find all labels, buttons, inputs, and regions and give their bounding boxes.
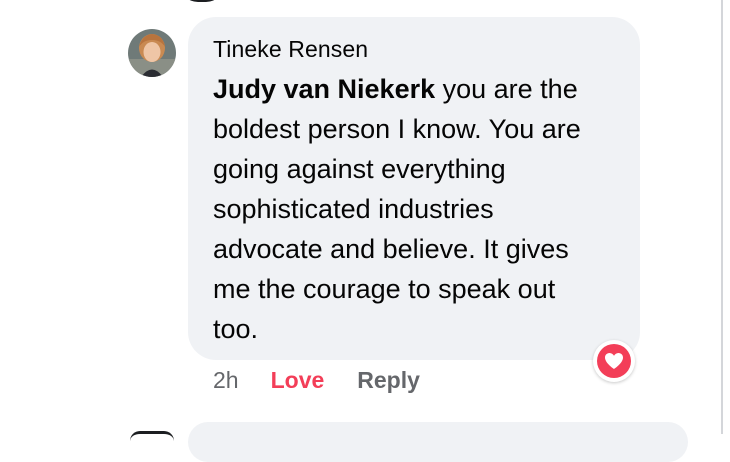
comment-author[interactable]: Tineke Rensen [213, 35, 616, 63]
scroll-divider [721, 0, 723, 434]
comment-timestamp[interactable]: 2h [213, 367, 239, 394]
heart-icon [597, 344, 631, 378]
reply-button[interactable]: Reply [357, 367, 420, 394]
mention-link[interactable]: Judy van Niekerk [213, 74, 435, 104]
avatar[interactable] [128, 29, 176, 77]
comment-text: Judy van Niekerk you are the boldest per… [213, 69, 605, 349]
previous-comment-avatar[interactable] [180, 0, 224, 2]
reaction-badge[interactable] [593, 340, 635, 382]
avatar-photo-icon [128, 29, 176, 77]
comment-actions: 2h Love Reply [213, 366, 420, 394]
next-comment-bubble [188, 422, 688, 462]
comment-body: you are the boldest person I know. You a… [213, 74, 581, 344]
comment-bubble: Tineke Rensen Judy van Niekerk you are t… [188, 17, 640, 360]
next-comment-avatar[interactable] [130, 431, 174, 441]
love-button[interactable]: Love [271, 367, 325, 394]
